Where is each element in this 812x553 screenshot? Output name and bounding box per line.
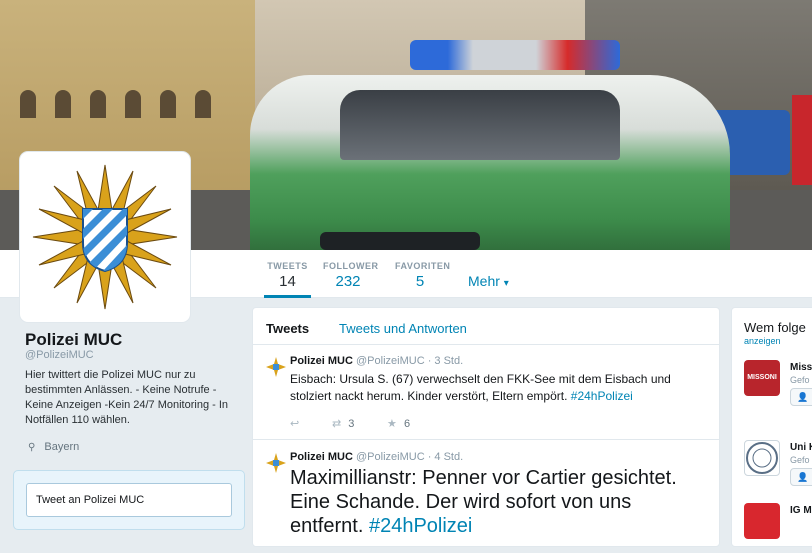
- tab-tweets-and-replies[interactable]: Tweets und Antworten: [339, 321, 467, 336]
- university-seal-icon: [746, 442, 778, 474]
- stat-followers-label: FOLLOWER: [323, 261, 379, 271]
- tweet-hashtag[interactable]: #24hPolizei: [571, 389, 633, 403]
- suggestion-avatar[interactable]: [744, 440, 780, 476]
- tweet-header: Polizei MUC @PolizeiMUC · 3 Std.: [290, 355, 463, 367]
- retweet-count: 3: [348, 418, 355, 430]
- stat-followers-value: 232: [335, 273, 361, 290]
- star-icon: ★: [387, 418, 397, 430]
- profile-handle[interactable]: @PolizeiMUC: [25, 349, 94, 361]
- suggestion-item[interactable]: MISSONI Missc Gefo 👤: [744, 360, 812, 410]
- location-text: Bayern: [44, 441, 80, 453]
- tweet-author-name[interactable]: Polizei MUC: [290, 355, 353, 367]
- tweet-to-box: Tweet an Polizei MUC: [13, 470, 245, 530]
- profile-name[interactable]: Polizei MUC: [25, 330, 122, 350]
- suggestion-item[interactable]: Uni K Gefo 👤: [744, 440, 812, 490]
- stat-tweets-value: 14: [279, 273, 296, 290]
- who-to-follow-title: Wem folge: [744, 320, 806, 335]
- favorite-count: 6: [403, 418, 411, 430]
- police-star-icon: [32, 164, 178, 310]
- reply-icon[interactable]: ↩: [290, 417, 299, 430]
- tweet-author-handle[interactable]: @PolizeiMUC: [356, 355, 425, 367]
- follow-button[interactable]: 👤: [790, 468, 812, 486]
- police-car-windshield: [340, 90, 620, 160]
- timeline: Tweets Tweets und Antworten Polizei MUC …: [252, 307, 720, 547]
- stat-favorites-label: FAVORITEN: [395, 261, 451, 271]
- suggestion-avatar[interactable]: [744, 503, 780, 539]
- tweet-author-handle[interactable]: @PolizeiMUC: [356, 451, 425, 463]
- add-user-icon: 👤: [797, 392, 809, 402]
- tweet-author-name[interactable]: Polizei MUC: [290, 451, 353, 463]
- tweet-avatar-star-icon[interactable]: [266, 453, 286, 473]
- location-pin-icon: ⚲: [28, 442, 36, 453]
- tweet-text: Maximillianstr: Penner vor Cartier gesic…: [290, 467, 677, 537]
- retweet-button[interactable]: ⇄ 3: [332, 417, 354, 430]
- police-car-lightbar: [410, 40, 620, 70]
- more-dropdown[interactable]: Mehr ▾: [468, 273, 509, 289]
- tweet-text-block: Maximillianstr: Penner vor Cartier gesic…: [290, 466, 710, 538]
- suggestion-name[interactable]: Missc: [790, 362, 812, 373]
- banner-red-bus: [792, 95, 812, 185]
- tweet-header: Polizei MUC @PolizeiMUC · 4 Std.: [290, 451, 463, 463]
- tab-tweets[interactable]: Tweets: [266, 321, 309, 336]
- suggestion-avatar[interactable]: MISSONI: [744, 360, 780, 396]
- profile-bio: Hier twittert die Polizei MUC nur zu bes…: [25, 369, 229, 426]
- tweet-timestamp[interactable]: · 4 Std.: [428, 451, 463, 463]
- stat-followers[interactable]: FOLLOWER 232: [323, 261, 379, 290]
- favorite-button[interactable]: ★ 6: [387, 417, 410, 430]
- stat-favorites[interactable]: FAVORITEN 5: [395, 261, 451, 290]
- stat-tweets-label: TWEETS: [267, 261, 308, 271]
- tweet-to-input[interactable]: Tweet an Polizei MUC: [26, 483, 232, 517]
- suggestion-name[interactable]: Uni K: [790, 442, 812, 453]
- follow-button[interactable]: 👤: [790, 388, 812, 406]
- suggestion-name[interactable]: IG Me: [790, 505, 812, 516]
- tweet-hashtag[interactable]: #24hPolizei: [369, 515, 472, 537]
- suggestion-handle: Gefo: [790, 455, 810, 465]
- profile-avatar[interactable]: [20, 152, 190, 322]
- tweet-item[interactable]: Polizei MUC @PolizeiMUC · 3 Std. Eisbach…: [253, 345, 719, 440]
- police-car-grille: [320, 232, 480, 250]
- stat-tweets[interactable]: TWEETS 14: [264, 261, 311, 298]
- more-label: Mehr: [468, 273, 500, 289]
- tweet-avatar-star-icon[interactable]: [266, 357, 286, 377]
- who-to-follow-panel: Wem folge anzeigen MISSONI Missc Gefo 👤 …: [731, 307, 812, 547]
- profile-location: ⚲ Bayern: [28, 441, 79, 453]
- who-to-follow-view-all[interactable]: anzeigen: [744, 336, 781, 346]
- suggestion-item[interactable]: IG Me: [744, 503, 812, 553]
- tweet-timestamp[interactable]: · 3 Std.: [428, 355, 463, 367]
- retweet-icon: ⇄: [332, 418, 342, 430]
- stat-favorites-value: 5: [415, 273, 425, 290]
- suggestion-handle: Gefo: [790, 375, 810, 385]
- tweet-text-block: Eisbach: Ursula S. (67) verwechselt den …: [290, 371, 710, 405]
- chevron-down-icon: ▾: [503, 278, 509, 289]
- add-user-icon: 👤: [797, 472, 809, 482]
